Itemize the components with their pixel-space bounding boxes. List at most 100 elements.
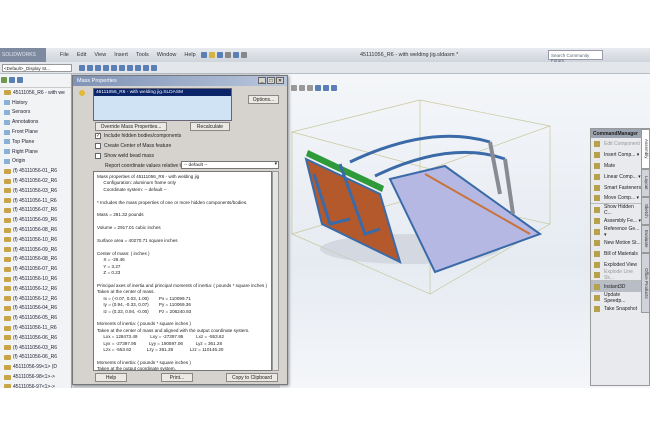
tree-item[interactable]: (f) 45111056-12_R6: [0, 284, 71, 294]
include-hidden-checkbox[interactable]: ✓ Include hidden bodies/components: [95, 133, 181, 139]
results-text[interactable]: Mass properties of 45111056_R6 - with we…: [93, 171, 272, 371]
menu-window[interactable]: Window: [153, 52, 181, 58]
tree-item[interactable]: (f) 45111056-12_R6: [0, 294, 71, 304]
command-button[interactable]: Assembly Fe... ▾: [591, 215, 641, 226]
tree-item[interactable]: (f) 45111056-10_R6: [0, 274, 71, 284]
tree-item[interactable]: 45111056-99<1> (D: [0, 362, 71, 372]
checkbox[interactable]: [95, 143, 101, 149]
view-icon[interactable]: [79, 65, 85, 71]
tree-item[interactable]: (f) 45111056-08_R6: [0, 225, 71, 235]
tree-item[interactable]: Annotations: [0, 117, 71, 127]
command-button[interactable]: Insert Comp... ▾: [591, 149, 641, 160]
tree-item[interactable]: Top Plane: [0, 137, 71, 147]
help-button[interactable]: Help: [95, 373, 127, 382]
show-weld-bead-checkbox[interactable]: Show weld bead mass: [95, 153, 154, 159]
tree-item[interactable]: (f) 45111056-09_R6: [0, 215, 71, 225]
select-icon[interactable]: [240, 52, 247, 58]
feature-tree-tab-icon[interactable]: [1, 77, 7, 83]
options-button[interactable]: Options...: [248, 95, 279, 104]
menu-help[interactable]: Help: [180, 52, 199, 58]
command-button[interactable]: Update Speedp...: [591, 292, 641, 304]
copy-to-clipboard-button[interactable]: Copy to Clipboard: [226, 373, 278, 382]
tree-item[interactable]: (f) 45111056-06_R6: [0, 333, 71, 343]
tree-item[interactable]: History: [0, 98, 71, 108]
view-icon[interactable]: [87, 65, 93, 71]
tree-item[interactable]: 45111056-98<1>->: [0, 372, 71, 382]
create-center-of-mass-checkbox[interactable]: Create Center of Mass feature: [95, 143, 171, 149]
coordinate-system-select[interactable]: -- default -- ▾: [181, 161, 279, 169]
command-button[interactable]: Take Snapshot: [591, 303, 641, 314]
tree-item[interactable]: (f) 45111056-07_R6: [0, 206, 71, 216]
save-icon[interactable]: [216, 52, 223, 58]
view-icon[interactable]: [119, 65, 125, 71]
tree-item[interactable]: 45111056-97<1>->: [0, 382, 71, 388]
close-button[interactable]: ✕: [276, 77, 284, 84]
command-button[interactable]: Mate: [591, 160, 641, 171]
feature-icon: [4, 149, 10, 155]
minimize-button[interactable]: _: [258, 77, 266, 84]
tree-item[interactable]: Sensors: [0, 108, 71, 118]
results-scrollbar[interactable]: [272, 171, 279, 371]
tree-item[interactable]: (f) 45111056-03_R6: [0, 343, 71, 353]
view-icon[interactable]: [127, 65, 133, 71]
maximize-button[interactable]: □: [267, 77, 275, 84]
tree-item[interactable]: (f) 45111056-10_R6: [0, 235, 71, 245]
checkbox[interactable]: ✓: [95, 133, 101, 139]
property-tab-icon[interactable]: [9, 77, 15, 83]
undo-icon[interactable]: [232, 52, 239, 58]
selection-listbox[interactable]: 45111056_R6 - with welding jig.SLDASM: [93, 88, 232, 121]
view-icon[interactable]: [135, 65, 141, 71]
command-tab[interactable]: Evaluate: [641, 225, 650, 253]
tree-item[interactable]: (f) 45111056-09_R6: [0, 245, 71, 255]
command-button[interactable]: Show Hidden C...: [591, 204, 641, 216]
search-input[interactable]: Search Community Forum: [548, 50, 603, 63]
print-icon[interactable]: [224, 52, 231, 58]
config-tab-icon[interactable]: [17, 77, 23, 83]
command-tab[interactable]: Layout: [641, 169, 650, 197]
view-icon[interactable]: [111, 65, 117, 71]
view-icon[interactable]: [143, 65, 149, 71]
tree-item[interactable]: (f) 45111056-07_R6: [0, 264, 71, 274]
command-tab[interactable]: Office Products: [641, 253, 650, 313]
command-tab[interactable]: Sketch: [641, 197, 650, 225]
menu-view[interactable]: View: [90, 52, 110, 58]
command-button[interactable]: Bill of Materials: [591, 248, 641, 259]
tree-item[interactable]: Front Plane: [0, 127, 71, 137]
recalculate-button[interactable]: Recalculate: [190, 122, 230, 131]
tree-item[interactable]: (f) 45111056-01_R6: [0, 166, 71, 176]
command-button[interactable]: Reference Ge... ▾: [591, 226, 641, 238]
command-button[interactable]: Explode Line Sk...: [591, 269, 641, 281]
open-icon[interactable]: [208, 52, 215, 58]
print-button[interactable]: Print...: [161, 373, 193, 382]
view-icon[interactable]: [151, 65, 157, 71]
command-button[interactable]: Edit Component: [591, 138, 641, 149]
tree-item[interactable]: Right Plane: [0, 147, 71, 157]
tree-item[interactable]: (f) 45111056-08_R6: [0, 255, 71, 265]
command-button[interactable]: Linear Comp... ▾: [591, 171, 641, 182]
tree-item[interactable]: (f) 45111056-06_R6: [0, 353, 71, 363]
menu-edit[interactable]: Edit: [73, 52, 90, 58]
tree-item[interactable]: (f) 45111056-03_R6: [0, 186, 71, 196]
view-icon[interactable]: [95, 65, 101, 71]
tree-item[interactable]: (f) 45111056-11_R6: [0, 323, 71, 333]
tree-item[interactable]: (f) 45111056-05_R6: [0, 313, 71, 323]
command-tab[interactable]: Assembly: [641, 129, 650, 169]
menu-insert[interactable]: Insert: [110, 52, 132, 58]
checkbox[interactable]: [95, 153, 101, 159]
command-button[interactable]: Move Comp... ▾: [591, 193, 641, 204]
view-icon[interactable]: [103, 65, 109, 71]
override-mass-properties-button[interactable]: Override Mass Properties...: [95, 122, 167, 131]
command-button[interactable]: New Motion St...: [591, 237, 641, 248]
tree-item[interactable]: (f) 45111056-04_R6: [0, 304, 71, 314]
tree-item[interactable]: (f) 45111056-02_R6: [0, 176, 71, 186]
menu-file[interactable]: File: [56, 52, 73, 58]
menu-tools[interactable]: Tools: [132, 52, 153, 58]
display-state-dropdown[interactable]: <Default>_Display St...: [2, 64, 72, 72]
tree-root[interactable]: 45111056_R6 - with we: [0, 88, 71, 98]
tree-item[interactable]: Origin: [0, 157, 71, 167]
command-button[interactable]: Instant3D: [591, 281, 641, 292]
command-button[interactable]: Smart Fasteners: [591, 182, 641, 193]
tree-item[interactable]: (f) 45111056-11_R6: [0, 196, 71, 206]
new-icon[interactable]: [200, 52, 207, 58]
selected-component[interactable]: 45111056_R6 - with welding jig.SLDASM: [94, 89, 231, 96]
